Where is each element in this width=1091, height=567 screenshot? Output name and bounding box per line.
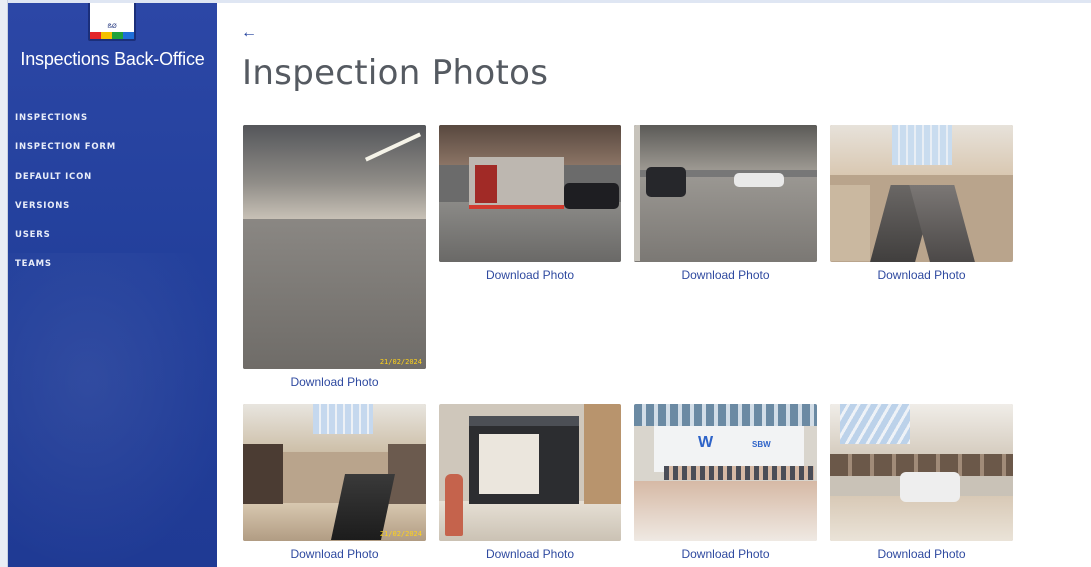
- window-edge: [0, 0, 8, 567]
- inspection-photo-5[interactable]: 21/02/2024: [243, 404, 426, 541]
- inspection-photo-1[interactable]: 21/02/2024: [243, 125, 426, 369]
- back-arrow-icon[interactable]: ←: [241, 24, 257, 42]
- inspection-photo-8[interactable]: [830, 404, 1013, 541]
- store-sign-text: SBW: [752, 440, 771, 449]
- download-photo-link-4[interactable]: Download Photo: [830, 268, 1013, 282]
- sidebar-nav: INSPECTIONS INSPECTION FORM DEFAULT ICON…: [15, 110, 116, 286]
- download-photo-link-7[interactable]: Download Photo: [634, 547, 817, 561]
- inspection-photo-3[interactable]: [634, 125, 817, 262]
- sidebar-watermark: [8, 253, 217, 567]
- sidebar-item-versions[interactable]: VERSIONS: [15, 198, 116, 227]
- inspection-photo-4[interactable]: [830, 125, 1013, 262]
- sidebar: ẞØ Inspections Back-Office INSPECTIONS I…: [8, 3, 217, 567]
- sidebar-item-default-icon[interactable]: DEFAULT ICON: [15, 169, 116, 198]
- page-title: Inspection Photos: [242, 53, 549, 93]
- sidebar-item-inspections[interactable]: INSPECTIONS: [15, 110, 116, 139]
- download-photo-link-8[interactable]: Download Photo: [830, 547, 1013, 561]
- logo-text: ẞØ: [107, 23, 117, 30]
- download-photo-link-2[interactable]: Download Photo: [439, 268, 621, 282]
- logo[interactable]: ẞØ: [88, 3, 136, 41]
- brand-title: Inspections Back-Office: [20, 49, 205, 69]
- download-photo-link-3[interactable]: Download Photo: [634, 268, 817, 282]
- inspection-photo-2[interactable]: [439, 125, 621, 262]
- download-photo-link-5[interactable]: Download Photo: [243, 547, 426, 561]
- store-sign-letter: W: [698, 434, 714, 451]
- logo-color-band: [90, 32, 134, 39]
- photo-date-stamp: 21/02/2024: [379, 358, 422, 366]
- sidebar-item-users[interactable]: USERS: [15, 227, 116, 256]
- inspection-photo-7[interactable]: W SBW: [634, 404, 817, 541]
- sidebar-item-teams[interactable]: TEAMS: [15, 256, 116, 285]
- download-photo-link-1[interactable]: Download Photo: [243, 375, 426, 389]
- download-photo-link-6[interactable]: Download Photo: [439, 547, 621, 561]
- sidebar-item-inspection-form[interactable]: INSPECTION FORM: [15, 139, 116, 168]
- inspection-photo-6[interactable]: [439, 404, 621, 541]
- photo-date-stamp: 21/02/2024: [379, 530, 422, 538]
